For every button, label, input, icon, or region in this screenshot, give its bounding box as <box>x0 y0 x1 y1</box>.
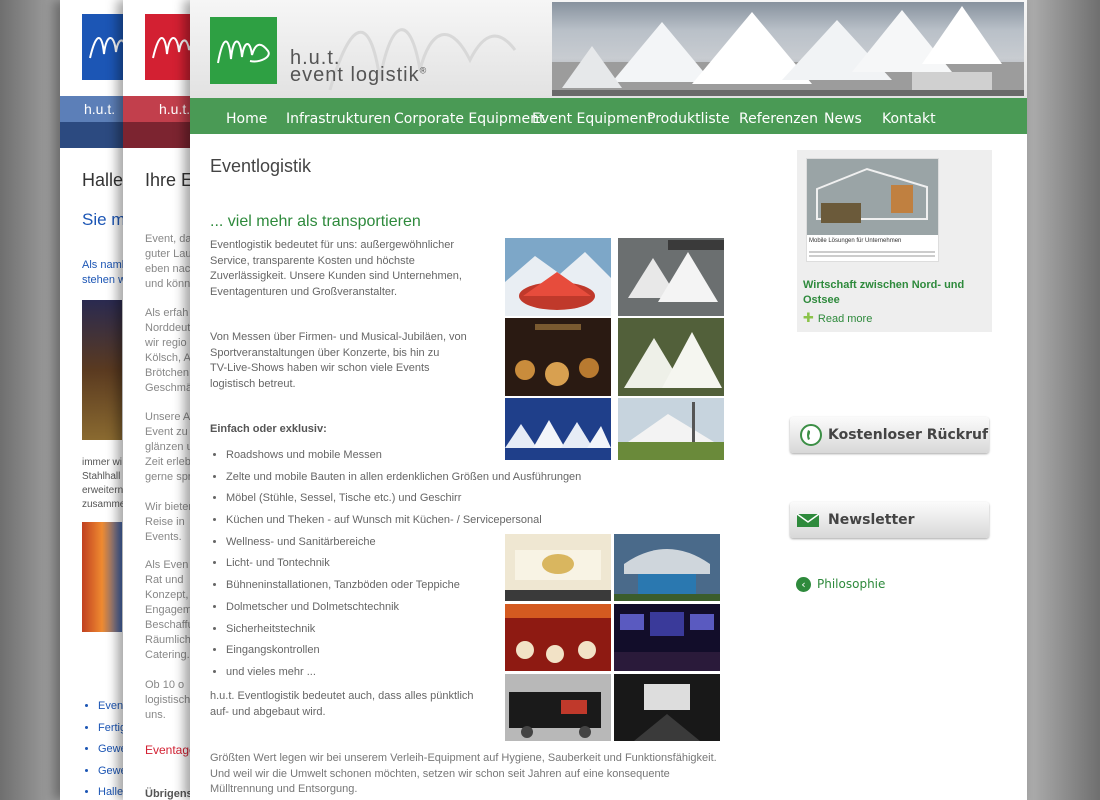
callback-button[interactable]: Kostenloser Rückruf <box>790 417 989 453</box>
philosophy-link[interactable]: ‹ Philosophie <box>796 577 885 592</box>
section-heading: Eventage <box>145 743 196 757</box>
photo-gala-dinner[interactable] <box>505 318 611 396</box>
photo-tent-aerial[interactable] <box>618 238 724 316</box>
text-block: Als Even Rat und Konzept, Engagem Beschaffu R… <box>145 559 194 661</box>
photo-tent-daylight[interactable] <box>618 398 724 460</box>
intro-paragraph: Eventlogistik bedeutet für uns: außergew… <box>210 239 462 298</box>
photo-concert-stage[interactable] <box>614 604 720 671</box>
page-title: Eventlogistik <box>210 156 312 176</box>
logo[interactable] <box>210 17 277 84</box>
chevron-left-icon: ‹ <box>796 577 811 592</box>
read-more-link[interactable]: ✚ Read more <box>803 310 872 326</box>
photo-event-hall[interactable] <box>505 534 611 601</box>
news-thumbnail[interactable]: Mobile Lösungen für Unternehmen <box>806 158 939 262</box>
section-heading: Übrigens <box>145 788 193 800</box>
page-subtitle: ... viel mehr als transportieren <box>210 213 421 230</box>
brand-text: h.u.t. <box>159 101 191 117</box>
text-block: Als erfah Norddeut wir regio Kölsch, A Brötc… <box>145 307 193 394</box>
page-title: Ihre E <box>145 170 194 190</box>
callback-label: Kostenloser Rückruf <box>828 427 989 443</box>
list-heading: Einfach oder exklusiv: <box>210 423 327 435</box>
list-item: Möbel (Stühle, Sessel, Tische etc.) und … <box>226 491 581 513</box>
nav-referenzen[interactable]: Referenzen <box>739 111 818 127</box>
text-block: Unsere A Event zu glänzen u Zeit erleb gerne… <box>145 411 193 483</box>
nav-news[interactable]: News <box>824 111 862 127</box>
newsletter-button[interactable]: Newsletter <box>790 502 989 538</box>
envelope-icon <box>796 513 820 527</box>
paragraph: h.u.t. Eventlogistik bedeutet auch, dass… <box>210 690 474 718</box>
photo-roadshow-truck[interactable] <box>505 674 611 741</box>
thumbnail-caption: Mobile Lösungen für Unternehmen <box>809 238 902 244</box>
phone-icon <box>800 424 822 446</box>
photo-stage-roof[interactable] <box>614 534 720 601</box>
news-title[interactable]: Wirtschaft zwischen Nord- und Ostsee <box>803 278 983 308</box>
brand-name-line2: event logistik® <box>290 64 428 86</box>
main-navigation: Home Infrastrukturen Corporate Equipment… <box>190 98 1027 134</box>
nav-home[interactable]: Home <box>226 111 267 127</box>
text-block: Als namh stehen w <box>82 259 128 286</box>
plus-icon: ✚ <box>803 310 814 325</box>
photo <box>82 300 122 440</box>
paragraph: Größten Wert legen wir bei unserem Verle… <box>210 752 717 795</box>
text-block: immer wi Stahlhall erweitern zusamme <box>82 457 126 510</box>
list-item: Zelte und mobile Bauten in allen erdenkl… <box>226 470 581 492</box>
text-block: Ob 10 o logistisch uns. <box>145 679 191 721</box>
main-page: h.u.t. event logistik® Home Infrastruktu… <box>190 0 1027 800</box>
nav-produktliste[interactable]: Produktliste <box>647 111 730 127</box>
brand-text: h.u.t. <box>84 101 116 117</box>
nav-infrastrukturen[interactable]: Infrastrukturen <box>286 111 391 127</box>
text-block: Event, da guter Lau eben nac und könn <box>145 233 192 290</box>
photo-tent-evening[interactable] <box>618 318 724 396</box>
newsletter-label: Newsletter <box>828 512 915 528</box>
link-list: Eventl Fertig Gewe Gewe Hallen <box>80 700 129 800</box>
header: h.u.t. event logistik® <box>190 0 1027 98</box>
nav-event-equipment[interactable]: Event Equipment <box>532 111 653 127</box>
intro-paragraph-2: Von Messen über Firmen- und Musical-Jubi… <box>210 331 467 390</box>
text-block: Wir bieter Reise in Events. <box>145 501 193 543</box>
photo-red-ballroom[interactable] <box>505 604 611 671</box>
header-photo-tents <box>552 2 1024 96</box>
photo-event-stage-dark[interactable] <box>614 674 720 741</box>
nav-kontakt[interactable]: Kontakt <box>882 111 936 127</box>
list-item: Küchen und Theken - auf Wunsch mit Küche… <box>226 513 581 535</box>
photo <box>82 522 122 632</box>
photo-tents-night[interactable] <box>505 398 611 460</box>
photo-circus-tent[interactable] <box>505 238 611 316</box>
nav-corporate-equipment[interactable]: Corporate Equipment <box>394 111 544 127</box>
news-teaser[interactable]: Mobile Lösungen für Unternehmen Wirtscha… <box>797 150 992 332</box>
